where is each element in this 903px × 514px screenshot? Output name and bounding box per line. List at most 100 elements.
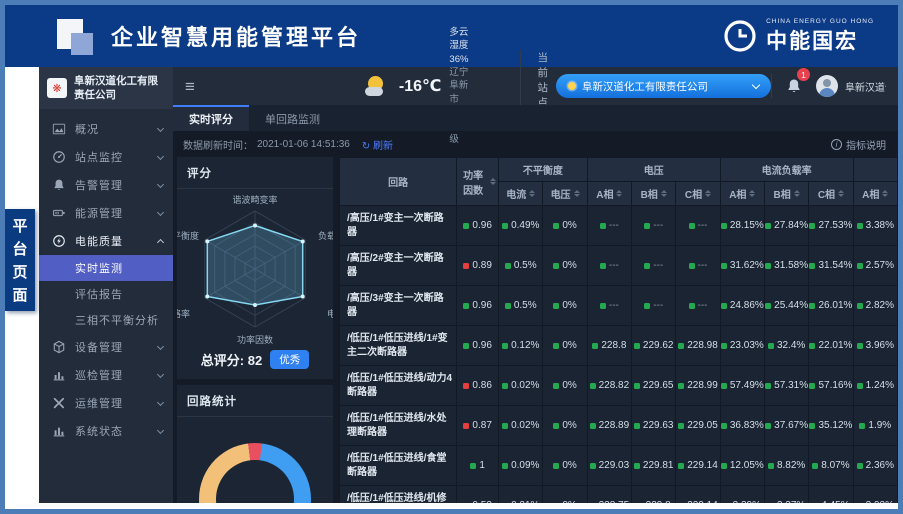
sidebar-item-inspection-mgmt[interactable]: 巡检管理 [39, 361, 173, 389]
status-dot [809, 383, 815, 389]
table-cell: 0.02% [499, 366, 543, 406]
table-cell: 1.9% [853, 406, 897, 446]
radar-svg [177, 189, 333, 341]
sidebar-item-label: 站点监控 [75, 149, 149, 165]
col-header-voltage-phase-c[interactable]: C相 [676, 182, 720, 206]
status-dot [765, 383, 771, 389]
status-dot [553, 343, 559, 349]
circuit-stats-panel: 回路统计 [177, 385, 333, 503]
notifications-button[interactable]: 1 [771, 74, 816, 98]
circuit-name: /低压/1#低压进线/水处理断路器 [340, 406, 457, 446]
table-row[interactable]: /低压/1#低压进线/食堂断路器10.09%0%229.03229.81229.… [340, 446, 898, 486]
status-dot [809, 263, 815, 269]
status-dot [590, 423, 596, 429]
content-topbar: ≡ -16℃ 多云 湿度36% 辽宁 阜新市 西北风 7级 当前站点 : 阜新汉… [173, 67, 898, 105]
col-header-voltage-phase-b[interactable]: B相 [632, 182, 676, 206]
indicator-help-button[interactable]: i 指标说明 [831, 137, 886, 152]
col-header-current-load-rate-phase-a[interactable]: A相 [720, 182, 764, 206]
col-header-unbalance-voltage[interactable]: 电压 [543, 182, 587, 206]
sidebar-subitem-realtime-monitor[interactable]: 实时监测 [39, 255, 173, 281]
chevron-down-icon [157, 125, 164, 132]
sort-icon[interactable] [749, 190, 755, 197]
col-header-current-load-rate-phase-b[interactable]: B相 [764, 182, 808, 206]
table-row[interactable]: /低压/1#低压进线/1#变主二次断路器0.960.12%0%228.8229.… [340, 326, 898, 366]
quality-icon [52, 234, 66, 248]
circuit-table-wrap: 回路功率因数不平衡度电压电流负载率电流电压A相B相C相A相B相C相A相/高压/1… [339, 157, 898, 503]
score-grade-badge: 优秀 [270, 350, 309, 369]
sidebar-subitem-evaluation-report[interactable]: 评估报告 [39, 281, 173, 307]
table-cell: 26.01% [809, 286, 853, 326]
station-dropdown[interactable]: 阜新汉道化工有限责任公司 [556, 74, 771, 98]
col-header-power-factor[interactable]: 功率因数 [457, 158, 499, 206]
sidebar-company: ❋ 阜新汉道化工有限责任公司 [39, 67, 173, 109]
col-group-voltage: 电压 [587, 158, 720, 182]
sidebar-item-system-status[interactable]: 系统状态 [39, 417, 173, 445]
table-row[interactable]: /低压/1#低压进线/动力4断路器0.860.02%0%228.82229.65… [340, 366, 898, 406]
sidebar-item-alarm-mgmt[interactable]: 告警管理 [39, 171, 173, 199]
weather-condition: 多云 湿度36% [449, 26, 468, 66]
status-dot [678, 423, 684, 429]
sort-icon[interactable] [661, 190, 667, 197]
sidebar-subitem-three-phase-analysis[interactable]: 三相不平衡分析 [39, 307, 173, 333]
sidebar-item-station-monitor[interactable]: 站点监控 [39, 143, 173, 171]
table-row[interactable]: /高压/2#变主一次断路器0.890.5%0%---------31.62%31… [340, 246, 898, 286]
sort-icon[interactable] [838, 190, 844, 197]
status-dot [765, 423, 771, 429]
status-dot [600, 303, 606, 309]
table-cell: 0.5% [499, 246, 543, 286]
user-menu[interactable]: 阜新汉道化工有限责任公司 [816, 75, 886, 97]
table-cell: 0.53 [457, 486, 499, 504]
sort-icon[interactable] [529, 190, 535, 197]
status-dot [765, 303, 771, 309]
table-cell: 228.98 [676, 326, 720, 366]
col-header-unbalance-current[interactable]: 电流 [499, 182, 543, 206]
status-dot [634, 423, 640, 429]
sort-icon[interactable] [574, 190, 580, 197]
sort-icon[interactable] [794, 190, 800, 197]
sort-icon[interactable] [882, 190, 888, 197]
table-cell: 0.89 [457, 246, 499, 286]
sidebar-item-label: 运维管理 [75, 395, 149, 411]
sort-icon[interactable] [705, 190, 711, 197]
table-cell: 229.81 [632, 446, 676, 486]
table-cell: 12.05% [720, 446, 764, 486]
circuit-name: /高压/1#变主一次断路器 [340, 206, 457, 246]
main-content: ≡ -16℃ 多云 湿度36% 辽宁 阜新市 西北风 7级 当前站点 : 阜新汉… [173, 67, 898, 503]
status-dot [859, 423, 865, 429]
table-cell: 228.89 [587, 406, 631, 446]
sidebar-item-device-mgmt[interactable]: 设备管理 [39, 333, 173, 361]
col-header-last-group-phase-a[interactable]: A相 [853, 182, 897, 206]
table-cell: 0% [543, 326, 587, 366]
table-cell: 229.03 [587, 446, 631, 486]
sort-icon[interactable] [490, 178, 496, 185]
table-cell: 8.07% [809, 446, 853, 486]
sidebar-item-label: 系统状态 [75, 423, 149, 439]
sidebar-item-ops-mgmt[interactable]: 运维管理 [39, 389, 173, 417]
col-header-voltage-phase-a[interactable]: A相 [587, 182, 631, 206]
status-dot [590, 463, 596, 469]
sidebar-item-energy-mgmt[interactable]: 能源管理 [39, 199, 173, 227]
table-cell: --- [632, 286, 676, 326]
sort-icon[interactable] [616, 190, 622, 197]
refresh-button[interactable]: ↻ 刷新 [362, 137, 393, 152]
col-header-current-load-rate-phase-c[interactable]: C相 [809, 182, 853, 206]
table-cell: --- [587, 246, 631, 286]
location-pin-icon [568, 82, 576, 90]
sidebar-item-power-quality[interactable]: 电能质量 [39, 227, 173, 255]
circuit-stats-title: 回路统计 [177, 385, 333, 417]
menu-collapse-icon[interactable]: ≡ [185, 78, 195, 95]
status-dot [768, 463, 774, 469]
table-row[interactable]: /高压/1#变主一次断路器0.960.49%0%---------28.15%2… [340, 206, 898, 246]
table-row[interactable]: /低压/1#低压进线/机修断路器0.530.21%0%228.75229.822… [340, 486, 898, 504]
brand-mark-icon [722, 18, 758, 54]
col-group-unbalance: 不平衡度 [499, 158, 588, 182]
table-row[interactable]: /低压/1#低压进线/水处理断路器0.870.02%0%228.89229.63… [340, 406, 898, 446]
status-dot [857, 263, 863, 269]
table-cell: --- [676, 206, 720, 246]
brand-name-cn: 中能国宏 [766, 25, 874, 55]
table-row[interactable]: /高压/3#变主一次断路器0.960.5%0%---------24.86%25… [340, 286, 898, 326]
table-cell: --- [632, 246, 676, 286]
sidebar-item-overview[interactable]: 概况 [39, 115, 173, 143]
tab-realtime-score[interactable]: 实时评分 [173, 105, 249, 131]
tab-single-circuit[interactable]: 单回路监测 [249, 105, 336, 131]
